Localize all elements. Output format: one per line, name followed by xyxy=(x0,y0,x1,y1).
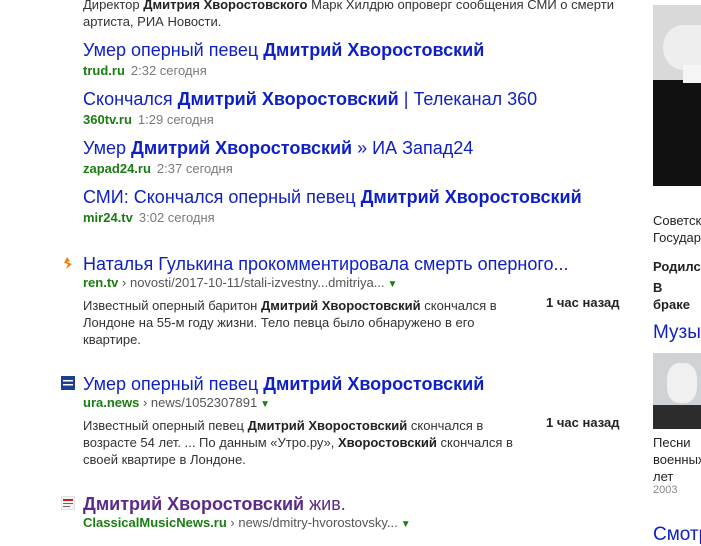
news-time: 2:32 сегодня xyxy=(130,63,207,78)
album-cover[interactable] xyxy=(653,353,701,429)
classical-music-favicon-icon xyxy=(60,495,76,511)
news-title-link[interactable]: Умер Дмитрий Хворостовский » ИА Запад24 xyxy=(83,138,473,158)
album-title[interactable]: Песни военных лет xyxy=(653,434,701,485)
dropdown-arrow-icon[interactable]: ▼ xyxy=(260,399,270,410)
result-favicon xyxy=(60,495,76,515)
sidebar-born: Родилс xyxy=(653,259,701,274)
top-snippet: Директор Дмитрия Хворостовского Марк Хил… xyxy=(83,0,623,30)
result-favicon xyxy=(61,376,75,395)
result-url[interactable]: ura.news › news/1052307891 ▼ xyxy=(83,395,623,413)
news-time: 1:29 сегодня xyxy=(137,112,214,127)
result-title-link[interactable]: Умер оперный певец Дмитрий Хворостовский xyxy=(83,374,484,394)
sidebar-married: В браке xyxy=(653,280,690,312)
result-url[interactable]: ClassicalMusicNews.ru › news/dmitry-hvor… xyxy=(83,515,623,533)
dropdown-arrow-icon[interactable]: ▼ xyxy=(401,519,411,530)
ura-news-favicon-icon xyxy=(61,376,75,390)
news-source[interactable]: 360tv.ru xyxy=(83,112,132,127)
snippet-text: Директор xyxy=(83,0,144,12)
sidebar-music-heading[interactable]: Музы xyxy=(653,322,701,344)
sidebar-description: Советск Государ xyxy=(653,213,701,245)
search-result: Умер оперный певец Дмитрий Хворостовский… xyxy=(83,373,623,468)
news-source[interactable]: zapad24.ru xyxy=(83,161,151,176)
news-item: Умер Дмитрий Хворостовский » ИА Запад24 … xyxy=(83,137,473,178)
news-time: 2:37 сегодня xyxy=(156,161,233,176)
result-snippet: Известный оперный баритон Дмитрий Хворос… xyxy=(83,298,497,347)
dropdown-arrow-icon[interactable]: ▼ xyxy=(388,279,398,290)
news-item: Скончался Дмитрий Хворостовский | Телека… xyxy=(83,88,537,129)
result-title-link[interactable]: Дмитрий Хворостовский жив. xyxy=(83,494,346,514)
news-title-link[interactable]: Умер оперный певец Дмитрий Хворостовский xyxy=(83,40,484,60)
result-age: 1 час назад xyxy=(546,295,620,310)
sidebar-bottom-heading[interactable]: Смотр xyxy=(653,524,701,546)
search-result: Дмитрий Хворостовский жив. ClassicalMusi… xyxy=(83,493,623,533)
album-year: 2003 xyxy=(653,484,678,496)
ren-tv-favicon-icon xyxy=(64,257,72,269)
result-snippet: Известный оперный певец Дмитрий Хворосто… xyxy=(83,418,513,467)
news-title-link[interactable]: СМИ: Скончался оперный певец Дмитрий Хво… xyxy=(83,187,582,207)
news-source[interactable]: trud.ru xyxy=(83,63,125,78)
snippet-text: артиста, РИА Новости. xyxy=(83,14,222,29)
result-title-link[interactable]: Наталья Гулькина прокомментировала смерт… xyxy=(83,254,569,274)
result-favicon xyxy=(61,256,75,275)
snippet-highlight: Дмитрия Хворостовского xyxy=(143,0,308,12)
news-source[interactable]: mir24.tv xyxy=(83,210,133,225)
search-result: Наталья Гулькина прокомментировала смерт… xyxy=(83,253,623,348)
news-time: 3:02 сегодня xyxy=(138,210,215,225)
person-photo[interactable] xyxy=(653,5,701,186)
result-url[interactable]: ren.tv › novosti/2017-10-11/stali-izvest… xyxy=(83,275,623,293)
snippet-text: Марк Хилдрю опроверг сообщения СМИ о сме… xyxy=(307,0,614,12)
news-title-link[interactable]: Скончался Дмитрий Хворостовский | Телека… xyxy=(83,89,537,109)
news-item: СМИ: Скончался оперный певец Дмитрий Хво… xyxy=(83,186,582,227)
result-age: 1 час назад xyxy=(546,415,620,430)
news-item: Умер оперный певец Дмитрий Хворостовский… xyxy=(83,39,484,80)
